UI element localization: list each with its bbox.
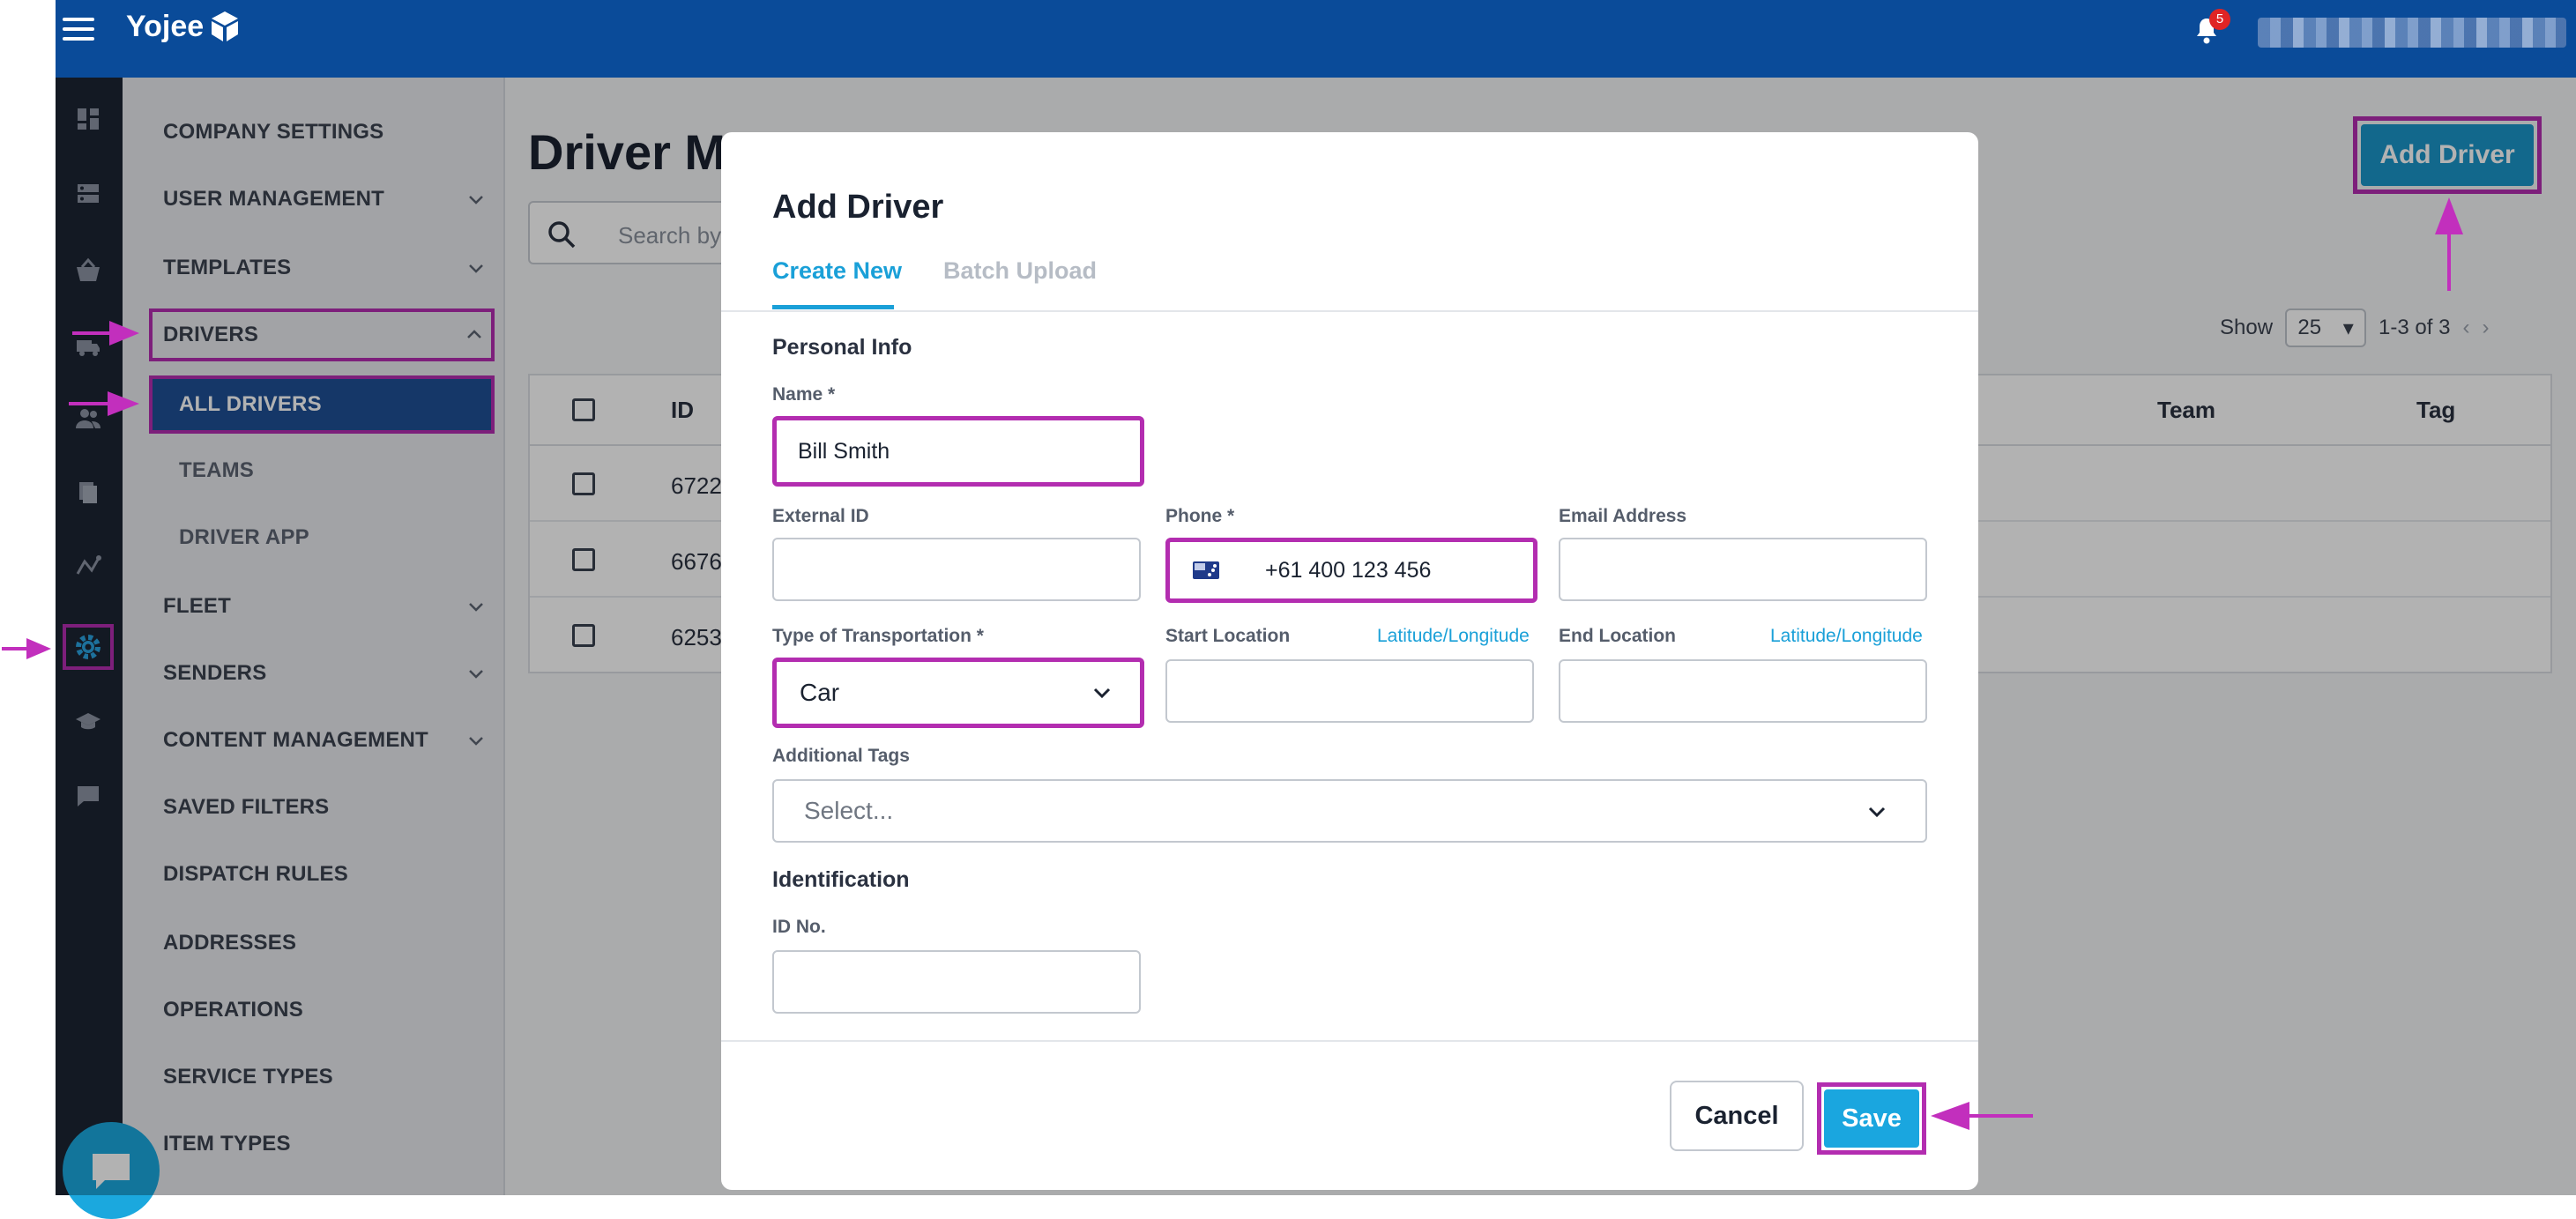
- end-location-field[interactable]: [1559, 659, 1927, 723]
- notification-badge: 5: [2209, 9, 2230, 30]
- modal-title: Add Driver: [772, 189, 944, 226]
- personal-info-heading: Personal Info: [772, 335, 912, 360]
- id-no-label: ID No.: [772, 917, 826, 937]
- save-label: Save: [1824, 1089, 1919, 1148]
- tags-placeholder: Select...: [804, 797, 894, 824]
- annotation-arrow-add-driver: [2435, 197, 2463, 291]
- transport-value: Car: [800, 679, 840, 706]
- name-value: Bill Smith: [798, 438, 890, 464]
- australia-flag-icon[interactable]: [1193, 561, 1219, 579]
- annotation-arrow-settings: [2, 638, 51, 659]
- chevron-down-icon: [1093, 688, 1111, 699]
- external-id-label: External ID: [772, 506, 869, 526]
- additional-tags-select[interactable]: Select...: [772, 779, 1927, 843]
- phone-label: Phone *: [1165, 506, 1235, 526]
- name-label: Name *: [772, 384, 836, 405]
- email-label: Email Address: [1559, 506, 1687, 526]
- tab-batch-upload[interactable]: Batch Upload: [943, 257, 1097, 285]
- phone-field[interactable]: +61 400 123 456: [1165, 538, 1537, 603]
- email-field[interactable]: [1559, 538, 1927, 601]
- transport-label: Type of Transportation *: [772, 626, 984, 646]
- annotation-arrow-save: [1931, 1102, 2033, 1130]
- annotation-arrow-all-drivers: [69, 391, 139, 416]
- end-lat-long-link[interactable]: Latitude/Longitude: [1770, 626, 1923, 647]
- footer-divider: [721, 1040, 1978, 1042]
- end-location-label: End Location: [1559, 626, 1676, 646]
- top-bar: Yojee 5: [56, 0, 2576, 78]
- additional-tags-label: Additional Tags: [772, 746, 910, 766]
- start-location-field[interactable]: [1165, 659, 1534, 723]
- id-no-field[interactable]: [772, 950, 1141, 1014]
- save-button[interactable]: Save: [1817, 1082, 1926, 1155]
- user-account-menu[interactable]: [2258, 18, 2566, 48]
- logo-cube-icon: [212, 11, 239, 41]
- logo-text: Yojee: [126, 9, 205, 43]
- hamburger-menu-icon[interactable]: [63, 18, 94, 44]
- annotation-arrow-drivers: [72, 321, 139, 346]
- cancel-button[interactable]: Cancel: [1670, 1081, 1804, 1151]
- phone-value: +61 400 123 456: [1265, 557, 1432, 583]
- yojee-logo: Yojee: [126, 9, 242, 44]
- add-driver-modal: Add Driver Create New Batch Upload Perso…: [721, 132, 1978, 1190]
- chevron-down-icon: [1868, 806, 1886, 818]
- external-id-field[interactable]: [772, 538, 1141, 601]
- identification-heading: Identification: [772, 867, 910, 892]
- active-tab-indicator: [772, 305, 894, 309]
- start-location-label: Start Location: [1165, 626, 1291, 646]
- divider: [721, 310, 1978, 312]
- name-field[interactable]: Bill Smith: [772, 416, 1144, 487]
- start-lat-long-link[interactable]: Latitude/Longitude: [1377, 626, 1530, 647]
- tab-create-new[interactable]: Create New: [772, 257, 902, 285]
- transport-select[interactable]: Car: [772, 658, 1144, 728]
